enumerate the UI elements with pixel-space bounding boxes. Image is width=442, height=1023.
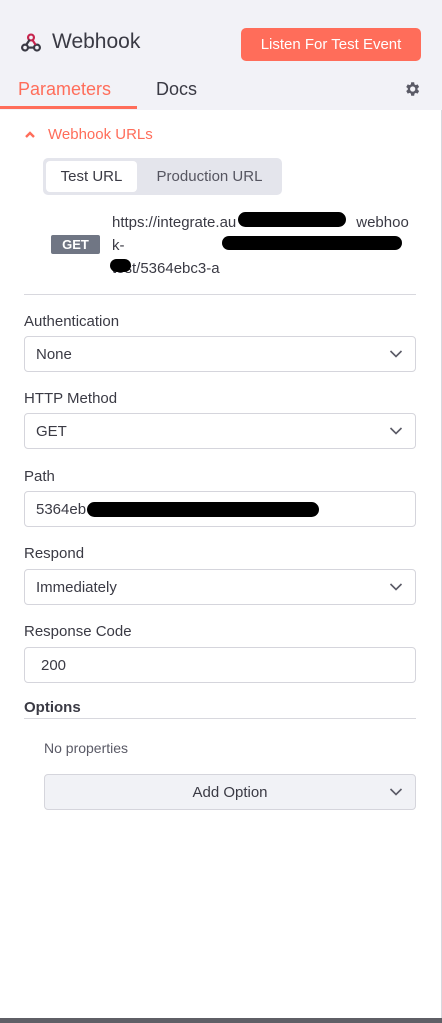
node-parameters-panel: Webhook Listen For Test Event Parameters…	[0, 0, 442, 1018]
redaction-mark	[110, 259, 131, 272]
chevron-down-icon	[389, 583, 403, 591]
chevron-down-icon	[389, 350, 403, 358]
response-code-label: Response Code	[24, 623, 132, 640]
path-label: Path	[24, 468, 55, 485]
node-title[interactable]: Webhook	[52, 30, 140, 54]
gear-icon[interactable]	[403, 80, 421, 98]
chevron-down-icon	[389, 788, 403, 796]
tab-parameters[interactable]: Parameters	[18, 79, 111, 100]
respond-select[interactable]: Immediately	[24, 569, 416, 605]
listen-for-test-event-button[interactable]: Listen For Test Event	[241, 28, 421, 61]
chevron-up-icon	[25, 130, 35, 138]
respond-value: Immediately	[36, 578, 117, 596]
redaction-mark	[238, 212, 346, 227]
url-line-1: https://integrate.au	[112, 214, 237, 231]
redaction-mark	[87, 502, 319, 517]
authentication-value: None	[36, 345, 72, 363]
http-method-badge: GET	[51, 235, 100, 254]
options-divider	[24, 718, 416, 719]
http-method-value: GET	[36, 422, 67, 440]
authentication-label: Authentication	[24, 313, 120, 330]
webhook-urls-toggle[interactable]: Webhook URLs	[24, 126, 153, 143]
add-option-button[interactable]: Add Option	[44, 774, 416, 810]
no-properties-text: No properties	[44, 740, 129, 756]
tab-docs[interactable]: Docs	[156, 79, 197, 100]
response-code-value: 200	[41, 656, 67, 674]
url-type-toggle: Test URL Production URL	[43, 158, 282, 195]
chevron-down-icon	[389, 427, 403, 435]
authentication-select[interactable]: None	[24, 336, 416, 372]
webhook-icon	[21, 33, 41, 52]
webhook-urls-label: Webhook URLs	[48, 126, 153, 143]
options-heading: Options	[24, 699, 81, 716]
http-method-label: HTTP Method	[24, 390, 118, 407]
respond-label: Respond	[24, 545, 85, 562]
redaction-mark	[222, 236, 402, 250]
path-value: 5364eb	[36, 500, 87, 518]
production-url-button[interactable]: Production URL	[140, 161, 279, 192]
response-code-input[interactable]: 200	[24, 647, 416, 683]
add-option-label: Add Option	[192, 783, 268, 801]
test-url-button[interactable]: Test URL	[46, 161, 137, 192]
active-tab-indicator	[0, 106, 137, 109]
panel-header: Webhook Listen For Test Event Parameters…	[0, 0, 442, 110]
http-method-select[interactable]: GET	[24, 413, 416, 449]
section-divider	[24, 294, 416, 295]
